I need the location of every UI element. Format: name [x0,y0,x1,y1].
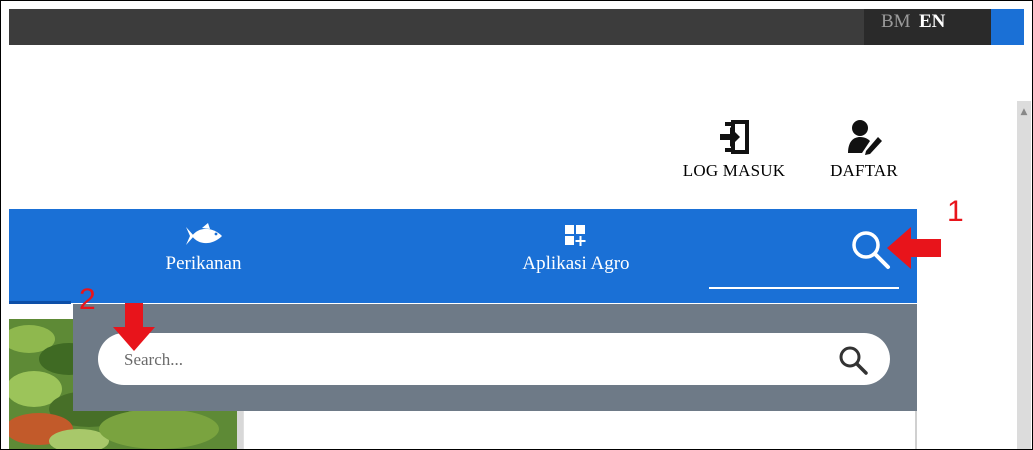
scrollbar[interactable] [1017,101,1031,449]
nav-item-aplikasi-agro[interactable]: Aplikasi Agro [491,223,661,275]
search-toggle-underline [709,287,899,289]
search-input[interactable] [122,345,806,375]
register-label: DAFTAR [830,161,898,180]
nav-label-perikanan: Perikanan [165,253,242,274]
content-border [915,411,917,449]
annotation-arrow-left-icon [887,227,941,269]
sign-in-icon [720,120,749,154]
login-label: LOG MASUK [682,161,786,180]
search-box [98,333,890,385]
nav-active-indicator [9,301,71,304]
annotation-number-2: 2 [79,283,96,316]
fish-icon [185,223,222,245]
apps-add-icon [565,225,586,246]
search-submit-button[interactable] [836,343,870,377]
annotation-number-1: 1 [947,195,964,228]
user-edit-icon [848,120,882,155]
language-bm-link[interactable]: BM [881,11,911,33]
search-icon [839,346,868,375]
login-link[interactable]: LOG MASUK [669,119,799,181]
top-bar-accent [991,9,1024,45]
page-frame: BM EN ▲ LOG MASUK DAFTAR Perikanan Aplik… [0,0,1033,450]
nav-item-perikanan[interactable]: Perikanan [131,223,276,275]
content-area [243,411,916,449]
language-en-link[interactable]: EN [919,11,945,33]
register-link[interactable]: DAFTAR [816,119,912,181]
annotation-arrow-down-icon [113,303,155,351]
scroll-up-icon[interactable]: ▲ [1017,105,1031,119]
nav-label-aplikasi-agro: Aplikasi Agro [522,253,630,274]
